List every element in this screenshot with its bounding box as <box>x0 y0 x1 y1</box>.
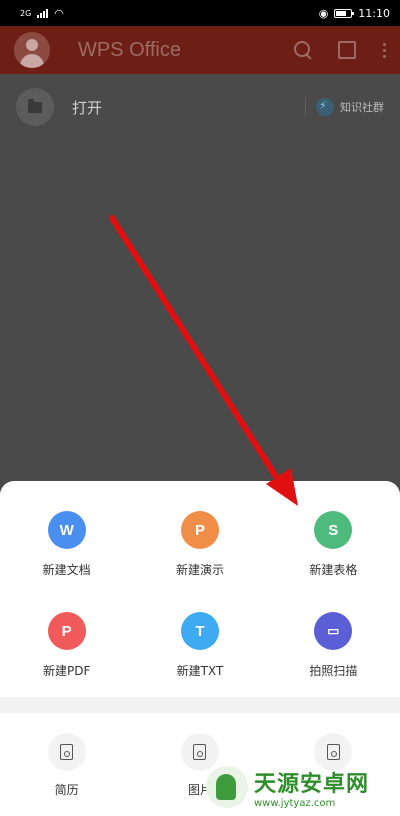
battery-icon <box>334 8 355 18</box>
watermark-url: www.jytyaz.com <box>254 797 336 809</box>
more-icon[interactable] <box>382 42 386 58</box>
community-label: 知识社群 <box>340 101 384 114</box>
pdf-icon: P <box>47 612 86 650</box>
scan-label: 拍照扫描 <box>309 664 358 678</box>
resume-icon <box>47 733 86 771</box>
new-document-button[interactable]: W 新建文档 <box>0 511 133 612</box>
scan-icon: ▭ <box>314 612 353 650</box>
signal-icon <box>37 8 49 18</box>
app-bar: WPS Office <box>0 26 400 74</box>
folder-icon <box>16 88 54 126</box>
new-spreadsheet-label: 新建表格 <box>309 563 358 577</box>
multiwindow-icon[interactable] <box>338 41 356 59</box>
presentation-icon: P <box>180 511 219 549</box>
app-title: WPS Office <box>78 38 181 61</box>
new-presentation-button[interactable]: P 新建演示 <box>133 511 266 612</box>
new-txt-label: 新建TXT <box>176 664 224 678</box>
section-divider <box>0 697 400 713</box>
new-pdf-label: 新建PDF <box>42 664 91 678</box>
watermark: 天源安卓网 www.jytyaz.com <box>206 762 396 812</box>
community-link[interactable]: 知识社群 <box>305 98 384 116</box>
resume-button[interactable]: 简历 <box>0 733 133 798</box>
new-document-label: 新建文档 <box>42 563 91 577</box>
bolt-icon <box>316 98 334 116</box>
watermark-brand: 天源安卓网 <box>254 771 370 797</box>
open-label: 打开 <box>72 98 103 117</box>
word-icon: W <box>47 511 86 549</box>
new-presentation-label: 新建演示 <box>175 563 224 577</box>
search-icon[interactable] <box>294 41 312 59</box>
wifi-icon: ◠ <box>54 6 64 20</box>
watermark-logo-icon <box>206 766 248 808</box>
avatar[interactable] <box>14 32 50 68</box>
spreadsheet-icon: S <box>314 511 353 549</box>
status-bar: 2G ◠ ◉ 11:10 <box>0 0 400 26</box>
eye-comfort-icon: ◉ <box>318 6 329 20</box>
create-grid: W 新建文档 P 新建演示 S 新建表格 P 新建PDF T 新建TXT ▭ 拍… <box>0 511 400 713</box>
clock: 11:10 <box>358 6 390 20</box>
network-type: 2G <box>20 8 32 18</box>
open-row[interactable]: 打开 知识社群 <box>0 74 400 140</box>
new-spreadsheet-button[interactable]: S 新建表格 <box>267 511 400 612</box>
txt-icon: T <box>180 612 219 650</box>
dim-overlay[interactable] <box>0 140 400 480</box>
resume-label: 简历 <box>54 783 79 797</box>
